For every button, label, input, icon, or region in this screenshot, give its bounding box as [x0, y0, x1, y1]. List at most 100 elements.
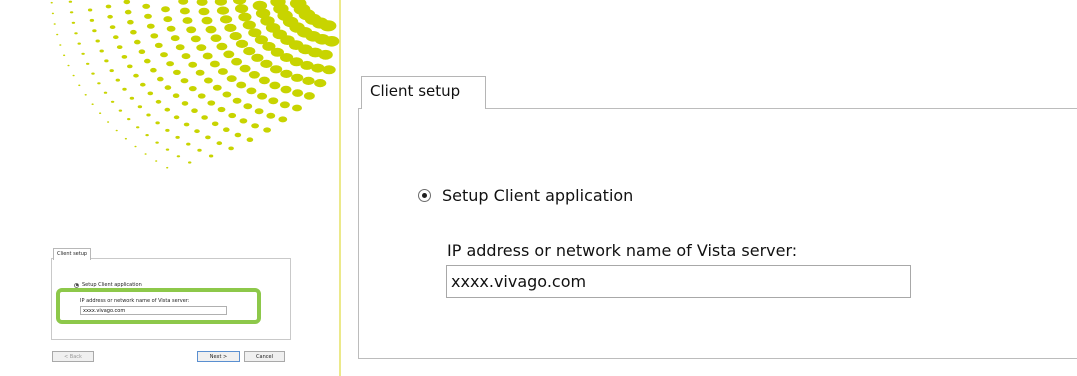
- decorative-dot: [223, 127, 230, 132]
- decorative-dot: [214, 0, 227, 6]
- decorative-dot: [251, 53, 264, 62]
- decorative-dot: [210, 34, 222, 42]
- decorative-dot: [155, 121, 160, 125]
- decorative-dot: [99, 49, 104, 53]
- thumb-radio-button[interactable]: [74, 282, 79, 288]
- cancel-button[interactable]: Cancel: [244, 351, 285, 362]
- server-address-input[interactable]: xxxx.vivago.com: [446, 265, 911, 298]
- decorative-dot: [123, 0, 131, 5]
- decorative-dot: [220, 15, 233, 24]
- decorative-dot: [183, 122, 190, 127]
- decorative-dot: [155, 160, 158, 162]
- installer-thumbnail: Client setup Setup Client application IP…: [0, 0, 341, 376]
- decorative-dot: [105, 4, 112, 9]
- decorative-dot: [191, 108, 198, 113]
- decorative-dot: [270, 65, 283, 74]
- decorative-dot: [178, 0, 189, 5]
- decorative-dot: [202, 52, 213, 60]
- decorative-dot: [103, 91, 108, 94]
- decorative-dot: [124, 9, 132, 15]
- decorative-dot: [216, 141, 223, 146]
- decorative-dot: [72, 74, 75, 77]
- decorative-dot: [116, 45, 123, 49]
- decorative-dot: [67, 64, 70, 67]
- decorative-dot: [134, 145, 137, 148]
- decorative-dot: [222, 91, 232, 98]
- decorative-dot: [133, 73, 139, 78]
- decorative-dot: [278, 116, 288, 123]
- decorative-dot: [91, 103, 94, 105]
- decorative-dot: [246, 87, 257, 95]
- decorative-dot: [195, 69, 205, 76]
- decorative-dot: [190, 35, 201, 43]
- decorative-dot: [124, 137, 127, 140]
- decorative-dot: [216, 6, 230, 15]
- thumb-tab-client-setup[interactable]: Client setup: [53, 248, 92, 260]
- decorative-dot: [248, 28, 262, 38]
- decorative-dot: [201, 16, 213, 25]
- decorative-dot: [314, 79, 327, 88]
- decorative-dot: [71, 21, 76, 24]
- decorative-dot: [121, 55, 128, 59]
- decorative-dot: [208, 154, 214, 158]
- decorative-dot: [182, 17, 193, 24]
- decorative-dot: [235, 4, 249, 14]
- decorative-dot: [263, 127, 271, 133]
- decorative-dot: [211, 121, 219, 127]
- decorative-dot: [269, 81, 281, 90]
- decorative-dot: [223, 50, 235, 59]
- decorative-dot: [280, 69, 293, 78]
- decorative-dot: [238, 12, 252, 22]
- decorative-dot: [266, 112, 276, 119]
- decorative-dot: [110, 100, 115, 103]
- decorative-dot: [292, 104, 302, 112]
- decorative-dot: [188, 61, 198, 68]
- decorative-dot: [243, 47, 256, 56]
- decorative-dot: [302, 76, 315, 85]
- decorative-dot: [242, 20, 256, 30]
- decorative-dot: [91, 72, 95, 75]
- decorative-dot: [235, 39, 249, 49]
- decorative-dot: [229, 31, 242, 41]
- decorative-dot: [137, 105, 143, 109]
- decorative-dot: [217, 68, 228, 75]
- decorative-dot: [51, 12, 55, 15]
- decorative-dot: [78, 84, 81, 87]
- highlight-box: [56, 288, 261, 324]
- decorative-dot: [251, 123, 259, 129]
- radio-button-selected[interactable]: [418, 189, 431, 202]
- decorative-dot: [228, 146, 234, 151]
- decorative-dot: [77, 42, 81, 45]
- decorative-dot: [95, 39, 100, 43]
- decorative-dot: [205, 25, 217, 34]
- decorative-dot: [239, 64, 251, 73]
- client-setup-panel: [358, 108, 1077, 359]
- decorative-dot: [232, 97, 242, 104]
- decorative-dot: [181, 53, 191, 60]
- decorative-dot: [127, 118, 131, 121]
- setup-client-option[interactable]: Setup Client application: [418, 186, 633, 205]
- decorative-dot: [164, 85, 172, 90]
- decorative-dot: [198, 7, 210, 16]
- decorative-dot-swirl-graphic: [50, 0, 340, 169]
- decorative-dot: [81, 52, 85, 55]
- decorative-dot: [150, 67, 157, 73]
- decorative-dot: [243, 103, 253, 110]
- decorative-dot: [87, 8, 93, 12]
- decorative-dot: [173, 69, 181, 75]
- decorative-dot: [188, 86, 197, 92]
- back-button[interactable]: < Back: [52, 351, 94, 362]
- decorative-dot: [99, 112, 102, 114]
- next-button[interactable]: Next >: [197, 351, 240, 362]
- decorative-dot: [216, 42, 228, 51]
- decorative-dot: [258, 76, 270, 85]
- decorative-dot: [291, 73, 304, 82]
- tab-client-setup[interactable]: Client setup: [361, 76, 486, 109]
- decorative-dot: [146, 113, 151, 117]
- decorative-dot: [144, 153, 147, 155]
- decorative-dot: [180, 78, 189, 84]
- decorative-dot: [109, 69, 114, 73]
- decorative-dot: [144, 13, 152, 19]
- decorative-dot: [127, 64, 133, 69]
- decorative-dot: [197, 93, 206, 99]
